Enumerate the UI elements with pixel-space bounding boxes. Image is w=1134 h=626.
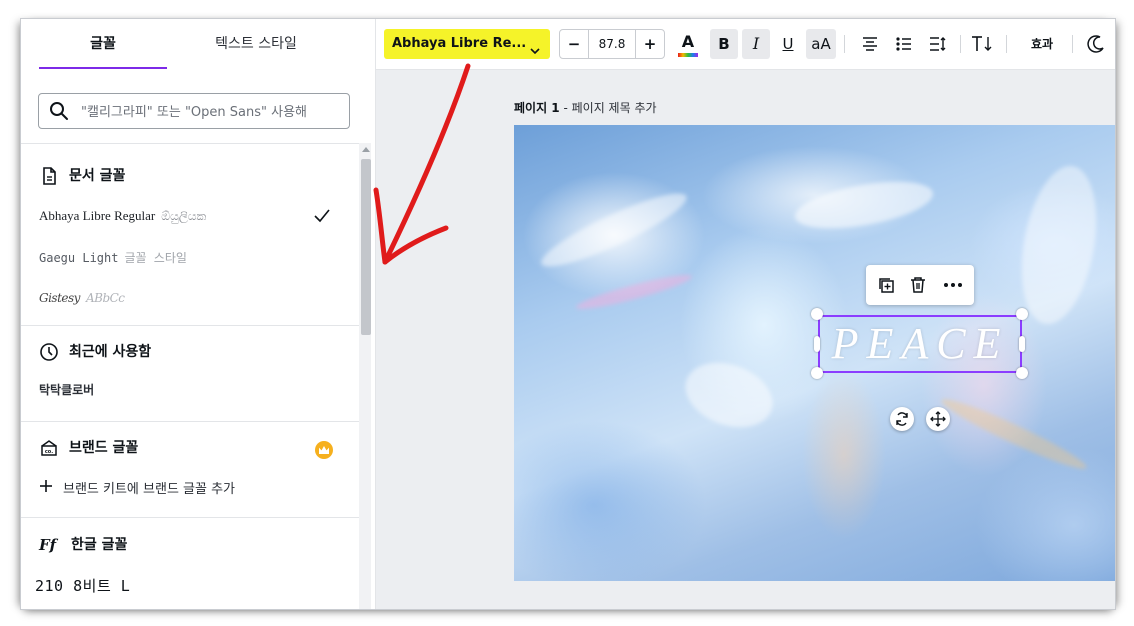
bold-button[interactable]: B [710, 29, 738, 59]
font-item-hangul[interactable]: 210 8비트 L [35, 575, 130, 596]
page-title-placeholder: - 페이지 제목 추가 [559, 101, 657, 115]
effects-button[interactable]: 효과 [1020, 29, 1064, 59]
background-highlight [676, 351, 782, 439]
document-icon [39, 166, 59, 186]
font-search-box [38, 93, 350, 129]
resize-handle-bottom-left[interactable] [811, 367, 823, 379]
background-highlight [791, 173, 937, 237]
page-title-label[interactable]: 페이지 1 - 페이지 제목 추가 [514, 99, 657, 116]
resize-handle-top-left[interactable] [811, 308, 823, 320]
divider [1072, 35, 1073, 53]
trash-icon[interactable] [908, 275, 930, 295]
design-canvas[interactable]: PEACE [514, 125, 1115, 581]
font-item-recent[interactable]: 탁탁클로버 [39, 379, 94, 401]
font-item-gaegu-light[interactable]: Gaegu Light 글꼴 스타일 [39, 247, 187, 269]
section-brand-fonts: co. 브랜드 글꼴 [39, 437, 138, 459]
decrease-size-button[interactable]: − [560, 30, 588, 58]
divider [1006, 35, 1007, 53]
duplicate-icon[interactable] [876, 275, 898, 295]
page-number: 페이지 1 [514, 101, 560, 115]
svg-text:co.: co. [45, 449, 53, 455]
add-brand-label: 브랜드 키트에 브랜드 글꼴 추가 [63, 482, 236, 497]
divider [21, 325, 359, 326]
resize-handle-top-right[interactable] [1016, 308, 1028, 320]
background-highlight [535, 182, 693, 278]
font-sample: 글꼴 스타일 [124, 251, 187, 265]
font-name: Abhaya Libre Regular [39, 208, 156, 223]
text-color-letter: A [681, 32, 695, 51]
editor-main: Abhaya Libre Re... − 87.8 + A B I U aA 효… [376, 19, 1115, 609]
font-sample: ABbCc [85, 291, 125, 305]
rotate-icon[interactable] [890, 407, 914, 431]
search-icon [49, 101, 69, 121]
selected-text-element[interactable]: PEACE [818, 315, 1022, 373]
font-item-gistesy[interactable]: Gistesy ABbCc [39, 287, 125, 309]
resize-handle-bottom-right[interactable] [1016, 367, 1028, 379]
section-title: 최근에 사용함 [69, 344, 152, 360]
section-document-fonts: 문서 글꼴 [39, 165, 125, 187]
font-size-value[interactable]: 87.8 [589, 30, 635, 58]
background-highlight [937, 392, 1091, 476]
more-options-icon[interactable] [942, 275, 964, 295]
line-spacing-icon[interactable] [924, 29, 952, 59]
add-brand-font-button[interactable]: 브랜드 키트에 브랜드 글꼴 추가 [39, 479, 235, 501]
font-panel: 글꼴 텍스트 스타일 문서 글꼴 Abhaya Libre Regular ඕයු… [21, 19, 376, 609]
font-sample: ඕයුලියක [161, 209, 207, 223]
align-center-icon[interactable] [856, 29, 884, 59]
resize-handle-right[interactable] [1019, 336, 1025, 352]
panel-tabs: 글꼴 텍스트 스타일 [21, 19, 375, 69]
font-name: Gaegu Light [39, 251, 119, 265]
italic-button[interactable]: I [742, 29, 770, 59]
section-hangul-fonts: Ff 한글 글꼴 [39, 534, 127, 556]
chevron-down-icon [530, 38, 540, 55]
canvas-text[interactable]: PEACE [820, 317, 1020, 371]
font-item-abhaya-libre[interactable]: Abhaya Libre Regular ඕයුලියක [39, 205, 206, 227]
font-search-input[interactable] [79, 97, 347, 127]
active-tab-indicator [39, 67, 167, 69]
divider [21, 143, 359, 144]
tab-fonts[interactable]: 글꼴 [39, 29, 167, 59]
text-direction-icon[interactable] [968, 29, 996, 59]
crown-icon [315, 441, 333, 459]
text-color-button[interactable]: A [674, 29, 702, 59]
font-family-dropdown[interactable]: Abhaya Libre Re... [384, 29, 550, 59]
animate-icon[interactable] [1082, 29, 1110, 59]
font-ff-icon: Ff [39, 536, 57, 554]
section-title: 한글 글꼴 [71, 537, 128, 553]
element-context-menu [866, 265, 974, 305]
underline-button[interactable]: U [774, 29, 802, 59]
section-title: 브랜드 글꼴 [69, 440, 139, 456]
divider [21, 517, 359, 518]
scroll-up-arrow-icon[interactable] [362, 147, 370, 152]
font-size-stepper: − 87.8 + [559, 29, 665, 59]
section-title: 문서 글꼴 [69, 168, 126, 184]
bullet-list-icon[interactable] [890, 29, 918, 59]
move-icon[interactable] [926, 407, 950, 431]
divider [21, 421, 359, 422]
background-highlight [1010, 160, 1108, 330]
resize-handle-left[interactable] [814, 336, 820, 352]
app-window: 글꼴 텍스트 스타일 문서 글꼴 Abhaya Libre Regular ඕයු… [20, 18, 1116, 610]
panel-scrollbar-thumb[interactable] [361, 159, 371, 335]
checkmark-icon [313, 205, 331, 225]
clock-icon [39, 342, 59, 362]
color-bar [678, 53, 698, 57]
divider [844, 35, 845, 53]
plus-icon [39, 479, 53, 501]
text-toolbar: Abhaya Libre Re... − 87.8 + A B I U aA 효… [376, 19, 1115, 70]
font-family-value: Abhaya Libre Re... [392, 36, 527, 51]
tab-text-styles[interactable]: 텍스트 스타일 [191, 29, 321, 59]
divider [960, 35, 961, 53]
increase-size-button[interactable]: + [636, 30, 664, 58]
letter-case-button[interactable]: aA [806, 29, 836, 59]
background-highlight [574, 269, 694, 315]
font-name: Gistesy [39, 291, 80, 305]
section-recent: 최근에 사용함 [39, 341, 151, 363]
brand-kit-icon: co. [39, 438, 59, 458]
